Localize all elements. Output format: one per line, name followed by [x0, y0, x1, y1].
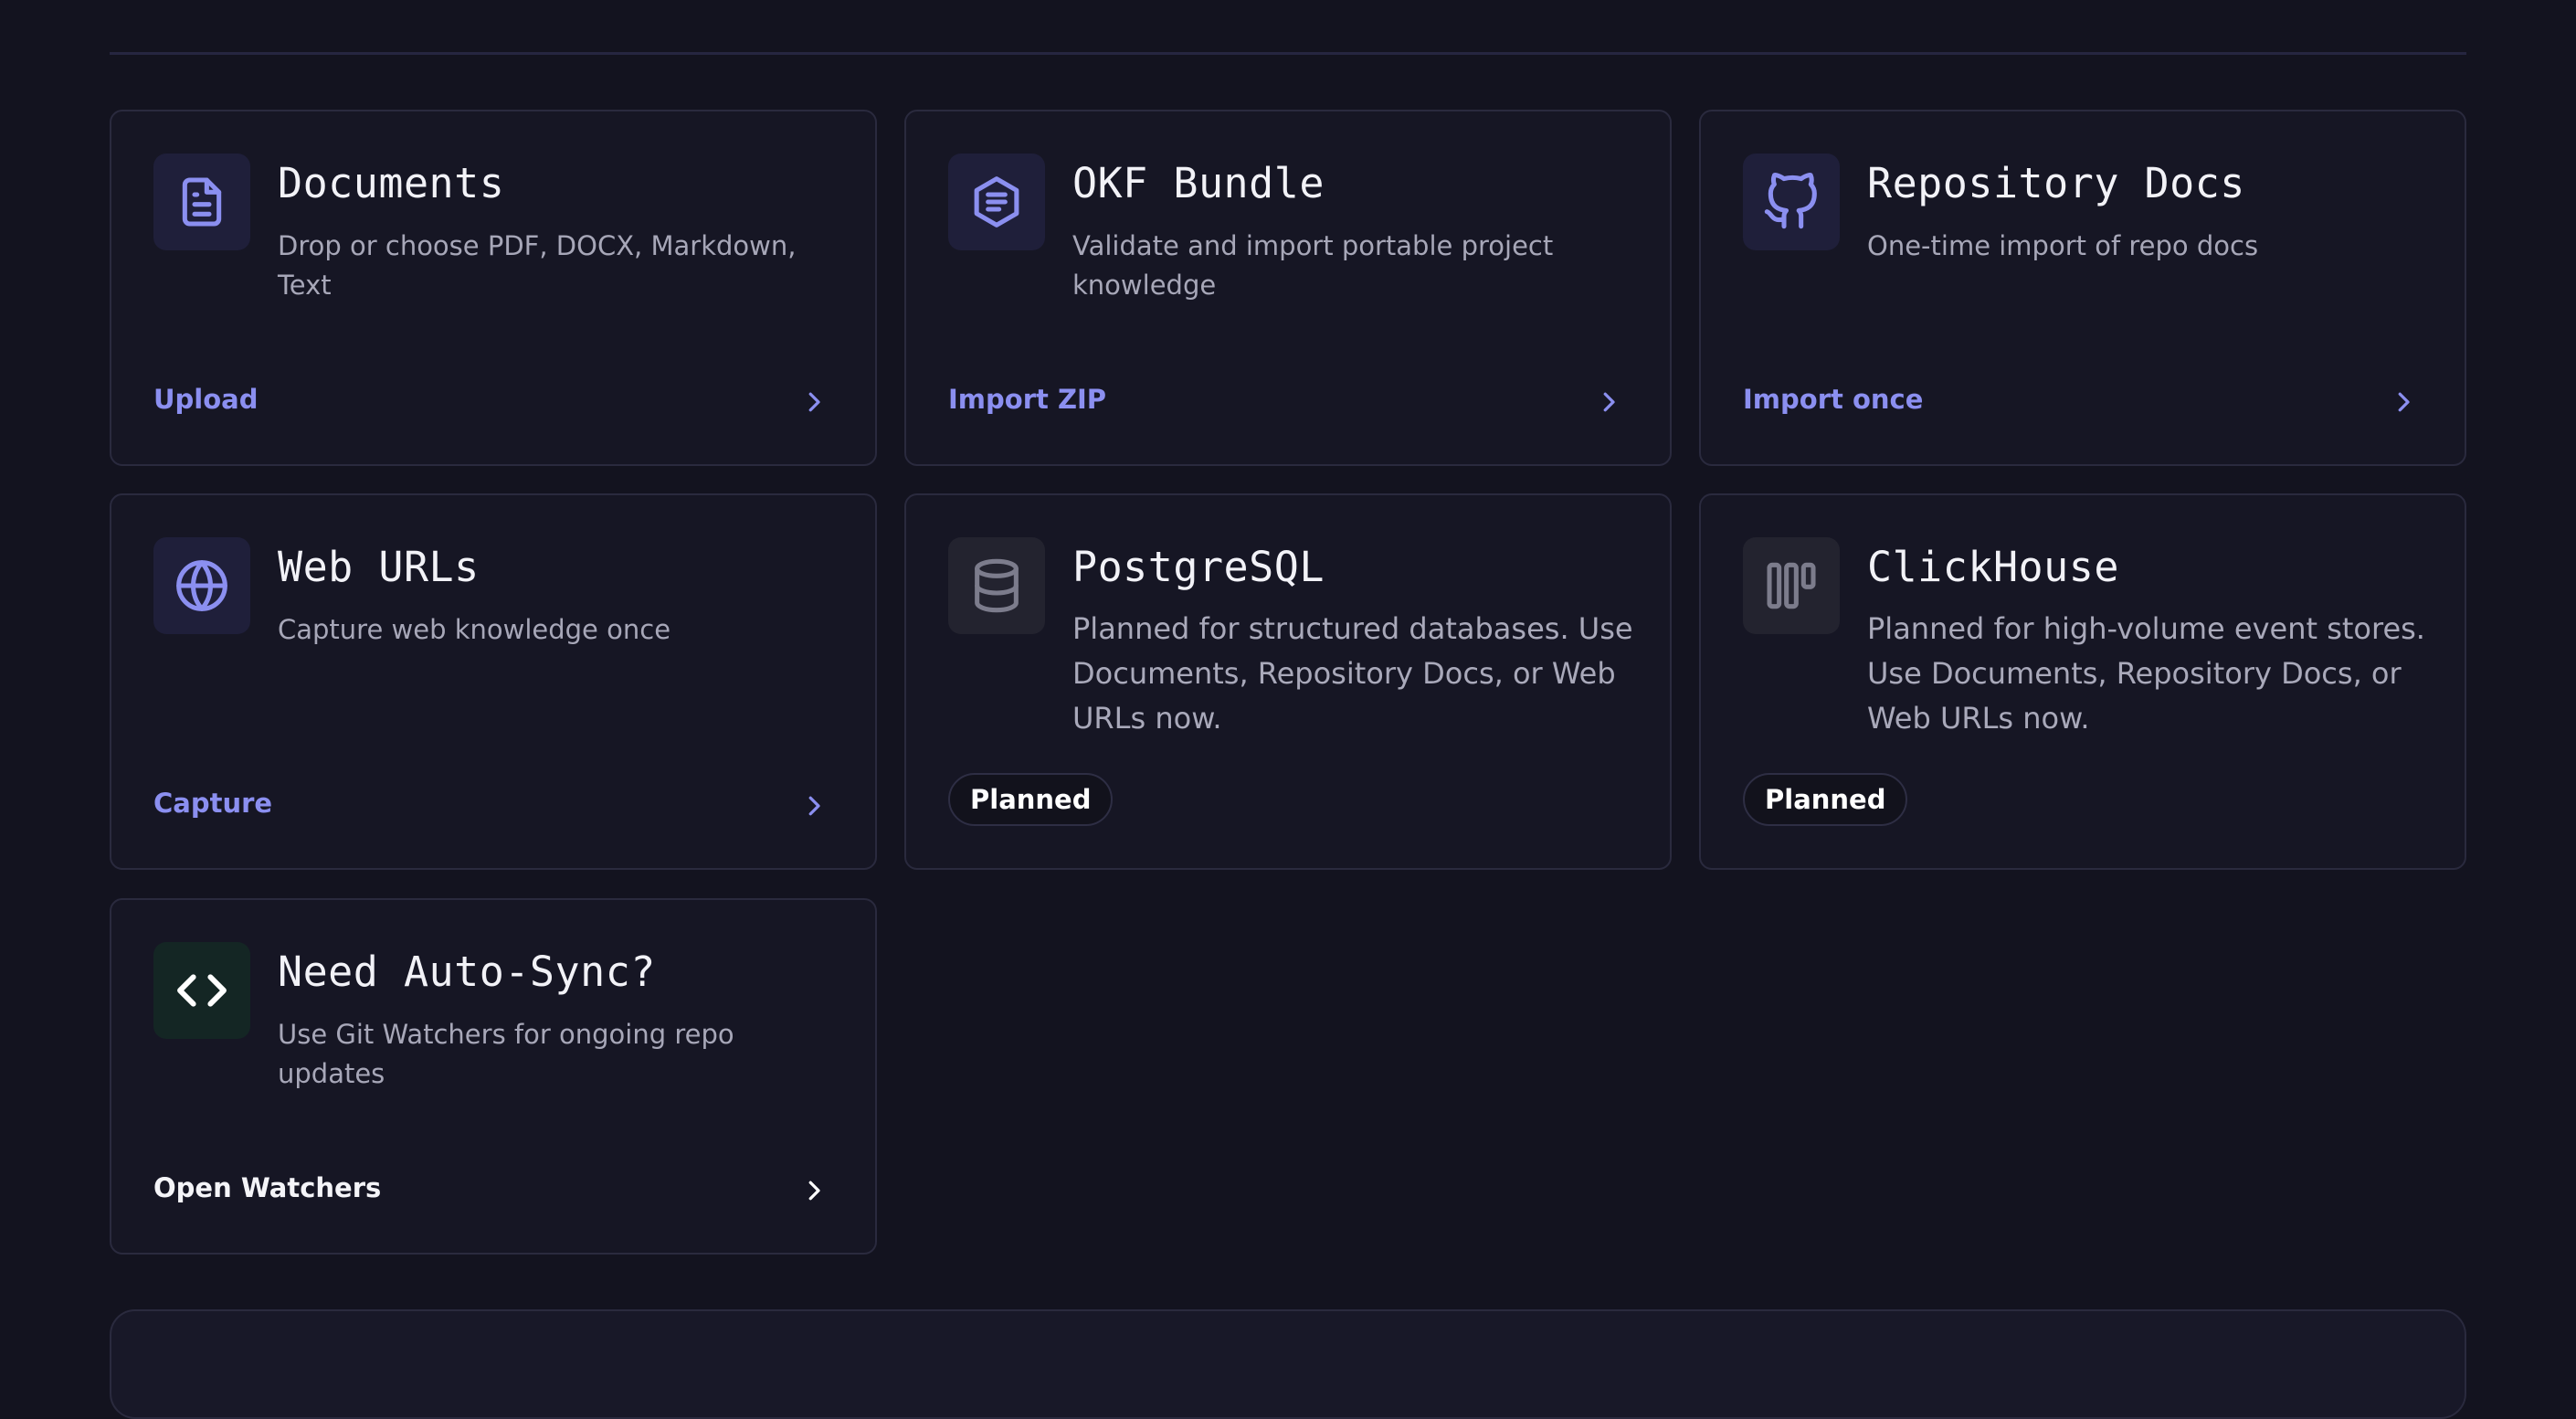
card-description: Drop or choose PDF, DOCX, Markdown, Text: [278, 230, 797, 301]
planned-badge: Planned: [1743, 773, 1908, 826]
bottom-panel: [110, 1309, 2466, 1419]
card-title: Repository Docs: [1867, 159, 2245, 207]
card-title: Web URLs: [278, 543, 480, 591]
card-title: OKF Bundle: [1072, 159, 1325, 207]
import-once-link[interactable]: Import once: [1743, 384, 1923, 415]
chevron-right-icon: [800, 388, 828, 416]
database-icon: [948, 537, 1045, 634]
source-card-auto-sync[interactable]: Need Auto-Sync? Use Git Watchers for ong…: [110, 898, 877, 1255]
source-card-okf-bundle[interactable]: OKF Bundle Validate and import portable …: [904, 110, 1672, 466]
card-description: Use Git Watchers for ongoing repo update…: [278, 1019, 734, 1089]
card-description: Validate and import portable project kno…: [1072, 230, 1554, 301]
card-description: One-time import of repo docs: [1867, 230, 2259, 261]
card-description: Planned for high-volume event stores. Us…: [1867, 611, 2425, 736]
code-icon: [153, 942, 250, 1039]
source-card-web-urls[interactable]: Web URLs Capture web knowledge once Capt…: [110, 493, 877, 870]
card-title: ClickHouse: [1867, 543, 2119, 591]
card-description: Capture web knowledge once: [278, 614, 671, 645]
card-description: Planned for structured databases. Use Do…: [1072, 611, 1633, 736]
chevron-right-icon: [800, 792, 828, 820]
capture-link[interactable]: Capture: [153, 788, 272, 819]
bundle-hexagon-icon: [948, 154, 1045, 250]
document-icon: [153, 154, 250, 250]
card-title: Documents: [278, 159, 505, 207]
card-title: Need Auto-Sync?: [278, 948, 656, 996]
columns-icon: [1743, 537, 1840, 634]
source-card-postgresql: PostgreSQL Planned for structured databa…: [904, 493, 1672, 870]
github-icon: [1743, 154, 1840, 250]
chevron-right-icon: [1595, 388, 1622, 416]
globe-icon: [153, 537, 250, 634]
chevron-right-icon: [2390, 388, 2417, 416]
source-card-clickhouse: ClickHouse Planned for high-volume event…: [1699, 493, 2466, 870]
card-title: PostgreSQL: [1072, 543, 1325, 591]
upload-link[interactable]: Upload: [153, 384, 259, 415]
import-zip-link[interactable]: Import ZIP: [948, 384, 1106, 415]
source-card-repository-docs[interactable]: Repository Docs One-time import of repo …: [1699, 110, 2466, 466]
planned-badge: Planned: [948, 773, 1114, 826]
top-divider: [110, 52, 2466, 55]
source-card-documents[interactable]: Documents Drop or choose PDF, DOCX, Mark…: [110, 110, 877, 466]
open-watchers-link[interactable]: Open Watchers: [153, 1172, 381, 1203]
chevron-right-icon: [800, 1177, 828, 1204]
